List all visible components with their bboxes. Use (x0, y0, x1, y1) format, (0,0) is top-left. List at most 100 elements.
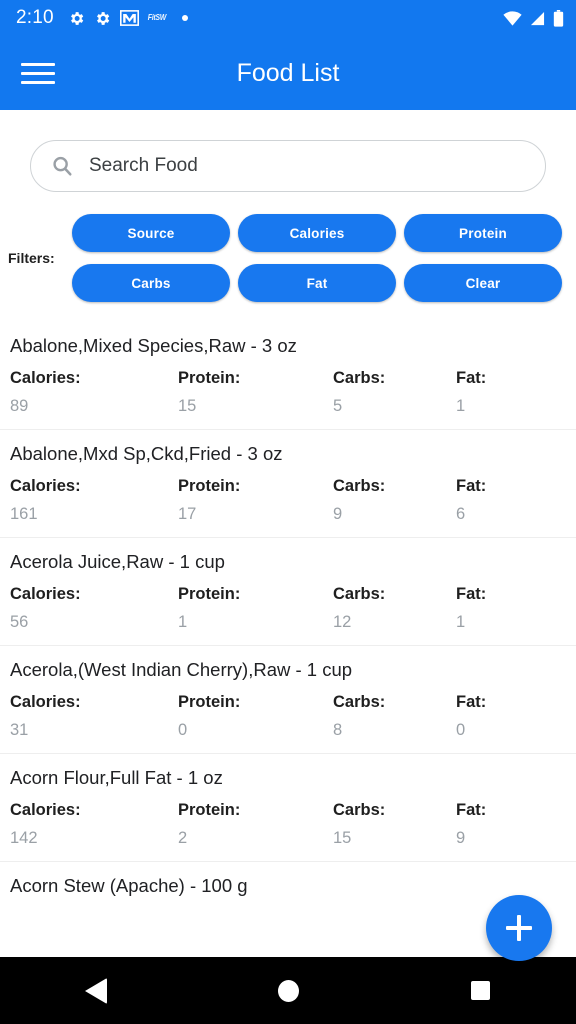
macro-value: 0 (178, 712, 333, 740)
macro-value: 9 (333, 496, 456, 524)
status-bar-notification-icons: FitSW (68, 10, 188, 27)
food-macros: Calories: 161 Protein: 17 Carbs: 9 Fat: … (10, 467, 566, 537)
macro-label: Protein: (178, 683, 333, 712)
macro-fat: Fat: 0 (456, 683, 486, 740)
food-list-item[interactable]: Abalone,Mxd Sp,Ckd,Fried - 3 oz Calories… (0, 429, 576, 537)
macro-value: 0 (456, 712, 486, 740)
filter-buttons-grid: Source Calories Protein Carbs Fat Clear (72, 214, 562, 302)
food-name: Abalone,Mxd Sp,Ckd,Fried - 3 oz (10, 430, 566, 467)
macro-protein: Protein: 1 (178, 575, 333, 632)
add-food-button[interactable] (486, 895, 552, 961)
macro-label: Protein: (178, 467, 333, 496)
macro-label: Carbs: (333, 683, 456, 712)
food-list-item[interactable]: Acorn Stew (Apache) - 100 g (0, 861, 576, 899)
macro-label: Protein: (178, 575, 333, 604)
food-list-item[interactable]: Acorn Flour,Full Fat - 1 oz Calories: 14… (0, 753, 576, 861)
food-name: Acorn Flour,Full Fat - 1 oz (10, 754, 566, 791)
wifi-icon (503, 11, 522, 26)
filter-button-fat[interactable]: Fat (238, 264, 396, 302)
macro-value: 89 (10, 388, 178, 416)
macro-calories: Calories: 161 (10, 467, 178, 524)
macro-label: Protein: (178, 359, 333, 388)
fitsw-icon: FitSW (148, 14, 166, 22)
nav-home-button[interactable] (240, 957, 336, 1024)
macro-value: 2 (178, 820, 333, 848)
macro-label: Fat: (456, 791, 486, 820)
macro-fat: Fat: 9 (456, 791, 486, 848)
macro-carbs: Carbs: 9 (333, 467, 456, 524)
filter-button-protein[interactable]: Protein (404, 214, 562, 252)
home-circle-icon (278, 980, 299, 1002)
macro-label: Carbs: (333, 575, 456, 604)
recents-square-icon (471, 981, 490, 1000)
macro-label: Carbs: (333, 791, 456, 820)
food-macros: Calories: 31 Protein: 0 Carbs: 8 Fat: 0 (10, 683, 566, 753)
search-icon (51, 155, 73, 177)
macro-label: Fat: (456, 467, 486, 496)
status-bar-system-icons (503, 10, 564, 27)
food-macros: Calories: 89 Protein: 15 Carbs: 5 Fat: 1 (10, 359, 566, 429)
macro-label: Protein: (178, 791, 333, 820)
search-placeholder: Search Food (89, 155, 198, 177)
filter-button-clear[interactable]: Clear (404, 264, 562, 302)
filters-label: Filters: (8, 250, 72, 266)
status-bar-clock: 2:10 (16, 7, 54, 29)
gear-icon (94, 10, 111, 27)
dot-indicator-icon (182, 15, 188, 21)
food-name: Acorn Stew (Apache) - 100 g (10, 862, 566, 899)
hamburger-bar (21, 63, 55, 66)
search-input[interactable]: Search Food (30, 140, 546, 192)
macro-carbs: Carbs: 12 (333, 575, 456, 632)
food-list-item[interactable]: Acerola,(West Indian Cherry),Raw - 1 cup… (0, 645, 576, 753)
filter-button-source[interactable]: Source (72, 214, 230, 252)
macro-value: 9 (456, 820, 486, 848)
macro-label: Calories: (10, 683, 178, 712)
macro-calories: Calories: 89 (10, 359, 178, 416)
macro-label: Carbs: (333, 359, 456, 388)
macro-label: Fat: (456, 575, 486, 604)
macro-calories: Calories: 56 (10, 575, 178, 632)
macro-fat: Fat: 1 (456, 359, 486, 416)
macro-label: Fat: (456, 683, 486, 712)
macro-value: 161 (10, 496, 178, 524)
macro-value: 8 (333, 712, 456, 740)
battery-icon (553, 10, 564, 27)
macro-label: Calories: (10, 575, 178, 604)
macro-carbs: Carbs: 5 (333, 359, 456, 416)
macro-fat: Fat: 1 (456, 575, 486, 632)
nav-recents-button[interactable] (432, 957, 528, 1024)
gmail-icon (120, 10, 139, 26)
app-root: 2:10 FitSW (0, 0, 576, 1024)
macro-value: 6 (456, 496, 486, 524)
macro-protein: Protein: 2 (178, 791, 333, 848)
macro-value: 142 (10, 820, 178, 848)
back-triangle-icon (85, 978, 107, 1004)
macro-protein: Protein: 17 (178, 467, 333, 524)
macro-value: 1 (456, 388, 486, 416)
hamburger-bar (21, 81, 55, 84)
macro-value: 15 (333, 820, 456, 848)
macro-value: 5 (333, 388, 456, 416)
macro-protein: Protein: 15 (178, 359, 333, 416)
hamburger-bar (21, 72, 55, 75)
food-name: Acerola,(West Indian Cherry),Raw - 1 cup (10, 646, 566, 683)
filter-button-calories[interactable]: Calories (238, 214, 396, 252)
android-navigation-bar (0, 957, 576, 1024)
status-bar: 2:10 FitSW (0, 0, 576, 36)
gear-icon (68, 10, 85, 27)
macro-protein: Protein: 0 (178, 683, 333, 740)
nav-back-button[interactable] (48, 957, 144, 1024)
filter-button-carbs[interactable]: Carbs (72, 264, 230, 302)
food-list-item[interactable]: Abalone,Mixed Species,Raw - 3 oz Calorie… (0, 322, 576, 429)
food-name: Abalone,Mixed Species,Raw - 3 oz (10, 322, 566, 359)
hamburger-menu-icon[interactable] (10, 45, 66, 101)
food-name: Acerola Juice,Raw - 1 cup (10, 538, 566, 575)
macro-value: 31 (10, 712, 178, 740)
food-list-item[interactable]: Acerola Juice,Raw - 1 cup Calories: 56 P… (0, 537, 576, 645)
macro-label: Calories: (10, 791, 178, 820)
macro-calories: Calories: 142 (10, 791, 178, 848)
macro-value: 15 (178, 388, 333, 416)
macro-fat: Fat: 6 (456, 467, 486, 524)
macro-calories: Calories: 31 (10, 683, 178, 740)
main-content: Search Food Filters: Source Calories Pro… (0, 110, 576, 957)
